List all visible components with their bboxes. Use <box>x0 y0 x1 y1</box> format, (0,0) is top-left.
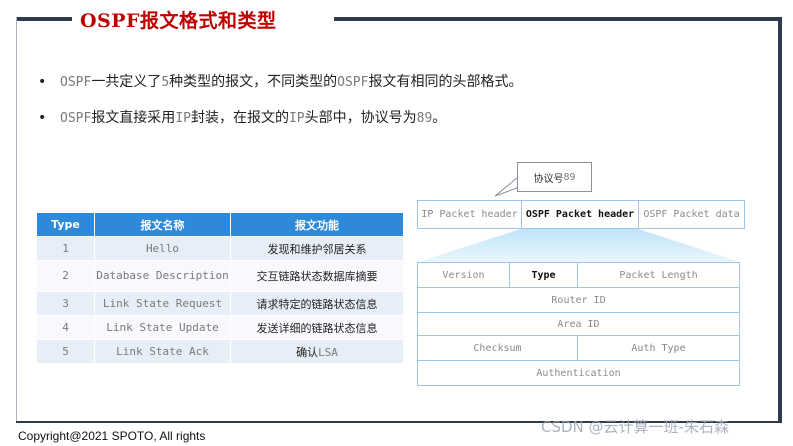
bullet-text: OSPF <box>337 75 369 90</box>
page-title: OSPF报文格式和类型 <box>80 10 277 32</box>
type-cell: 2 <box>36 260 95 292</box>
header-row: Area ID <box>418 313 739 336</box>
bullet-item: OSPF报文直接采用IP封装，在报文的IP头部中，协议号为89。 <box>38 108 522 128</box>
header-row: Checksum Auth Type <box>418 336 739 361</box>
bullet-text: IP <box>175 111 191 126</box>
table-row: 1 Hello 发现和维护邻居关系 <box>36 236 404 261</box>
type-cell: 4 <box>36 315 95 340</box>
frame-left <box>16 17 17 423</box>
column-header: 报文功能 <box>230 212 404 237</box>
bullet-text: 报文有相同的头部格式。 <box>368 74 523 90</box>
func-text: 确认 <box>296 345 319 359</box>
name-cell: Database Description <box>94 260 231 292</box>
column-header: 报文名称 <box>94 212 231 237</box>
func-cell: 请求特定的链路状态信息 <box>230 291 404 316</box>
checksum-field: Checksum <box>418 336 578 360</box>
watermark-text: CSDN @云计算一班-朱石森 <box>541 418 729 436</box>
header-row: Authentication <box>418 361 739 385</box>
frame-right <box>778 17 782 423</box>
frame-top-left <box>16 17 72 21</box>
bullet-text: OSPF <box>60 75 92 90</box>
name-cell: Link State Ack <box>94 339 231 364</box>
table-header-row: Type 报文名称 报文功能 <box>36 212 404 237</box>
bullet-text: 头部中，协议号为 <box>304 110 417 126</box>
func-cell: 发送详细的链路状态信息 <box>230 315 404 340</box>
func-cell: 交互链路状态数据库摘要 <box>230 260 404 292</box>
type-cell: 1 <box>36 236 95 261</box>
column-header: Type <box>36 212 95 237</box>
bullet-text: 一共定义了 <box>91 74 162 90</box>
callout-label: 协议号 <box>533 173 564 185</box>
bullet-text: 种类型的报文，不同类型的 <box>169 74 338 90</box>
bullet-text: 报文直接采用 <box>91 110 176 126</box>
name-cell: Hello <box>94 236 231 261</box>
table-row: 4 Link State Update 发送详细的链路状态信息 <box>36 315 404 340</box>
ospf-types-table: Type 报文名称 报文功能 1 Hello 发现和维护邻居关系 2 Datab… <box>36 212 404 364</box>
ospf-packet-data-box: OSPF Packet data <box>638 200 745 229</box>
router-id-field: Router ID <box>551 294 606 306</box>
type-cell: 5 <box>36 339 95 364</box>
table-row: 5 Link State Ack 确认LSA <box>36 339 404 364</box>
ospf-packet-header-box: OSPF Packet header <box>521 200 639 229</box>
protocol-number-callout: 协议号 89 <box>517 162 592 192</box>
packet-length-field: Packet Length <box>619 269 698 281</box>
callout-number: 89 <box>563 171 576 183</box>
bullet-list: OSPF一共定义了5种类型的报文，不同类型的OSPF报文有相同的头部格式。 OS… <box>38 72 522 128</box>
bullet-text: OSPF <box>60 111 92 126</box>
bullet-text: 。 <box>432 110 447 126</box>
name-cell: Link State Update <box>94 315 231 340</box>
type-field: Type <box>510 263 578 287</box>
header-row: Router ID <box>418 288 739 313</box>
frame-top-right <box>334 17 781 21</box>
header-row: Version Type Packet Length <box>418 263 739 288</box>
ospf-header-diagram: Version Type Packet Length Router ID Are… <box>417 262 740 386</box>
bullet-text: 89 <box>416 111 433 126</box>
bullet-text: IP <box>288 111 305 126</box>
copyright-text: Copyright@2021 SPOTO, All rights <box>18 429 206 443</box>
auth-type-field: Auth Type <box>631 342 686 354</box>
version-field: Version <box>418 263 510 287</box>
authentication-field: Authentication <box>536 367 621 379</box>
type-cell: 3 <box>36 291 95 316</box>
func-text: LSA <box>318 345 338 359</box>
expansion-funnel <box>418 229 740 262</box>
func-cell: 发现和维护邻居关系 <box>230 236 404 261</box>
ip-packet-header-box: IP Packet header <box>417 200 522 229</box>
bullet-item: OSPF一共定义了5种类型的报文，不同类型的OSPF报文有相同的头部格式。 <box>38 72 522 92</box>
name-cell: Link State Request <box>94 291 231 316</box>
bullet-text: 封装，在报文的 <box>190 110 289 126</box>
table-row: 3 Link State Request 请求特定的链路状态信息 <box>36 291 404 316</box>
table-row: 2 Database Description 交互链路状态数据库摘要 <box>36 260 404 292</box>
area-id-field: Area ID <box>557 318 600 330</box>
bullet-text: 5 <box>161 75 170 90</box>
func-cell: 确认LSA <box>230 339 404 364</box>
